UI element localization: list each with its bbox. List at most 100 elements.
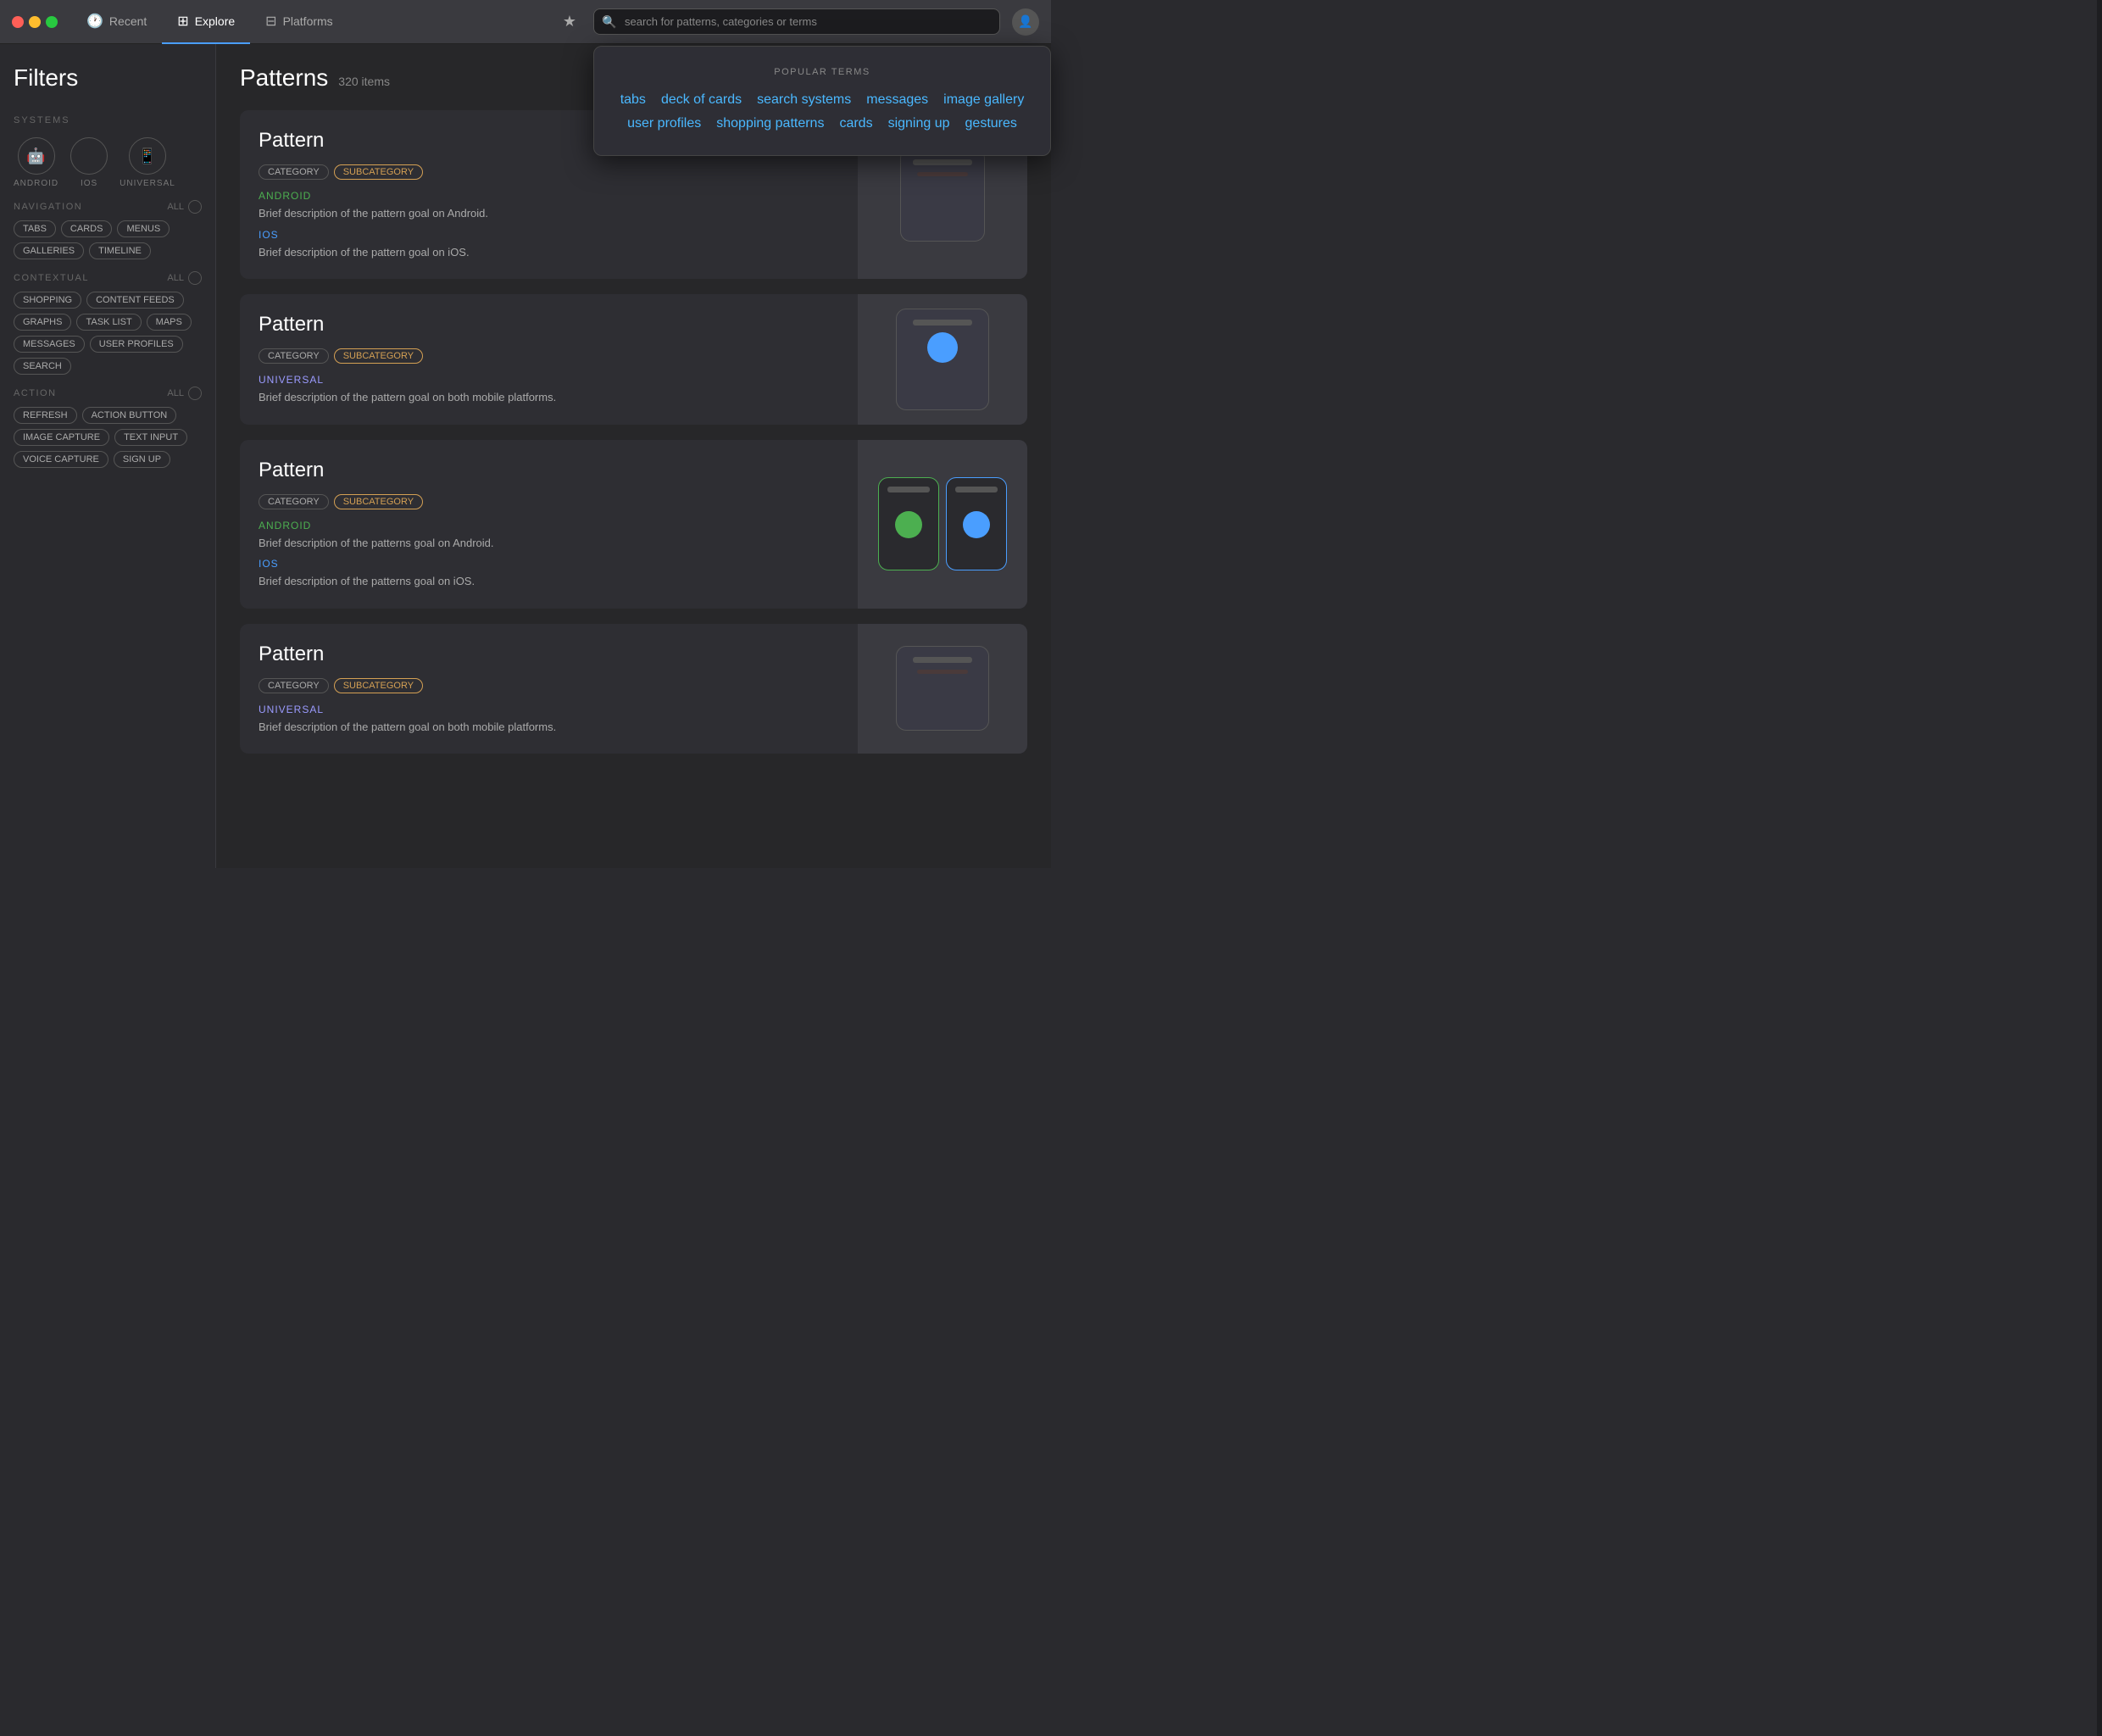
card-title-2: Pattern <box>259 313 839 337</box>
ios-label: iOS <box>81 179 97 188</box>
action-tags: REFRESH ACTION BUTTON IMAGE CAPTURE TEXT… <box>14 407 202 468</box>
universal-icon: 📱 <box>129 137 166 175</box>
tag-user-profiles[interactable]: USER PROFILES <box>90 336 183 353</box>
card-subcategory-3: SUBCATEGORY <box>334 494 423 509</box>
tag-refresh[interactable]: REFRESH <box>14 407 77 424</box>
card-platform-universal-4: UNIVERSAL <box>259 704 839 715</box>
card-android-desc-3: Brief description of the patterns goal o… <box>259 535 839 552</box>
action-all-circle <box>188 387 202 400</box>
card-left-2: Pattern CATEGORY SUBCATEGORY UNIVERSAL B… <box>240 294 858 425</box>
tag-maps[interactable]: MAPS <box>147 314 192 331</box>
popular-term-tabs[interactable]: tabs <box>620 92 646 108</box>
mock-phone-dot-3b <box>963 511 990 538</box>
grid-icon: ⊞ <box>177 13 188 30</box>
categories-section: NAVIGATION ALL TABS CARDS MENUS GALLERIE… <box>14 200 202 468</box>
tag-task-list[interactable]: TASK LIST <box>76 314 141 331</box>
navigation-tags: TABS CARDS MENUS GALLERIES TIMELINE <box>14 220 202 259</box>
popular-term-messages[interactable]: messages <box>866 92 928 108</box>
tag-content-feeds[interactable]: CONTENT FEEDS <box>86 292 184 309</box>
recent-tab[interactable]: 🕐 Recent <box>71 0 162 44</box>
card-ios-desc-3: Brief description of the patterns goal o… <box>259 573 839 590</box>
tag-tabs[interactable]: TABS <box>14 220 56 237</box>
mock-tablet-1 <box>900 148 985 242</box>
card-desc-4: Brief description of the pattern goal on… <box>259 719 839 736</box>
tag-text-input[interactable]: TEXT INPUT <box>114 429 187 446</box>
search-dropdown: POPULAR TERMS tabs deck of cards search sy… <box>593 46 1051 156</box>
maximize-button[interactable] <box>46 16 58 28</box>
mock-bar-4 <box>913 657 972 663</box>
close-button[interactable] <box>12 16 24 28</box>
platform-icons-group: 🤖 ANDROID iOS 📱 UNIVERSAL <box>14 137 202 188</box>
universal-platform[interactable]: 📱 UNIVERSAL <box>120 137 175 188</box>
popular-term-signing-up[interactable]: signing up <box>888 116 950 131</box>
contextual-all[interactable]: ALL <box>167 271 202 285</box>
contextual-row: CONTEXTUAL ALL <box>14 271 202 285</box>
tag-timeline[interactable]: TIMELINE <box>89 242 151 259</box>
tag-galleries[interactable]: GALLERIES <box>14 242 84 259</box>
tag-menus[interactable]: MENUS <box>117 220 170 237</box>
tag-graphs[interactable]: GRAPHS <box>14 314 71 331</box>
mock-phone-3b <box>946 477 1007 570</box>
scrollbar-track[interactable] <box>2097 0 2102 1736</box>
android-platform[interactable]: 🤖 ANDROID <box>14 137 58 188</box>
popular-terms-grid: tabs deck of cards search systems messages i… <box>620 92 1025 131</box>
sidebar-title: Filters <box>14 64 202 92</box>
mock-bar-1b <box>917 172 968 176</box>
pattern-card-3: Pattern CATEGORY SUBCATEGORY ANDROID Bri… <box>240 440 1027 609</box>
mock-bar-1a <box>913 159 972 165</box>
devices-icon: ⊟ <box>265 13 276 30</box>
popular-term-user-profiles[interactable]: user profiles <box>627 116 701 131</box>
card-title-3: Pattern <box>259 459 839 482</box>
tag-image-capture[interactable]: IMAGE CAPTURE <box>14 429 109 446</box>
pattern-card-2: Pattern CATEGORY SUBCATEGORY UNIVERSAL B… <box>240 294 1027 425</box>
card-left-3: Pattern CATEGORY SUBCATEGORY ANDROID Bri… <box>240 440 858 609</box>
sidebar: Filters SYSTEMS 🤖 ANDROID iOS 📱 UNIVERSA… <box>0 44 216 868</box>
items-count: 320 items <box>338 75 390 88</box>
card-preview-4 <box>858 624 1027 754</box>
favorites-button[interactable]: ★ <box>554 9 585 34</box>
platforms-tab[interactable]: ⊟ Platforms <box>250 0 348 44</box>
mock-tablet-4 <box>896 646 989 731</box>
ios-platform[interactable]: iOS <box>70 137 108 188</box>
navigation-all[interactable]: ALL <box>167 200 202 214</box>
mock-tablet-2 <box>896 309 989 410</box>
card-platform-android-3: ANDROID <box>259 520 839 531</box>
tag-cards[interactable]: CARDS <box>61 220 113 237</box>
explore-tab[interactable]: ⊞ Explore <box>162 0 250 44</box>
main-layout: Filters SYSTEMS 🤖 ANDROID iOS 📱 UNIVERSA… <box>0 44 1051 868</box>
tag-search[interactable]: SEARCH <box>14 358 71 375</box>
card-platform-universal-2: UNIVERSAL <box>259 374 839 386</box>
android-icon: 🤖 <box>18 137 55 175</box>
popular-term-search-systems[interactable]: search systems <box>757 92 851 108</box>
card-ios-desc-1: Brief description of the pattern goal on… <box>259 244 839 261</box>
tag-shopping[interactable]: SHOPPING <box>14 292 81 309</box>
universal-label: UNIVERSAL <box>120 179 175 188</box>
popular-term-cards[interactable]: cards <box>839 116 872 131</box>
card-category-2: CATEGORY <box>259 348 329 364</box>
action-all[interactable]: ALL <box>167 387 202 400</box>
mock-phone-bar-3b <box>955 487 998 492</box>
search-input[interactable] <box>593 8 1000 35</box>
action-label: ACTION <box>14 388 57 398</box>
card-platform-ios-3: iOS <box>259 558 839 570</box>
tag-messages[interactable]: MESSAGES <box>14 336 85 353</box>
card-platform-android-1: ANDROID <box>259 190 839 202</box>
avatar[interactable]: 👤 <box>1012 8 1039 36</box>
card-subcategory-1: SUBCATEGORY <box>334 164 423 180</box>
card-tags-4: CATEGORY SUBCATEGORY <box>259 678 839 693</box>
minimize-button[interactable] <box>29 16 41 28</box>
popular-terms-title: POPULAR TERMS <box>620 67 1025 77</box>
search-icon: 🔍 <box>602 14 616 29</box>
popular-term-image-gallery[interactable]: image gallery <box>943 92 1024 108</box>
popular-term-deck-of-cards[interactable]: deck of cards <box>661 92 742 108</box>
card-subcategory-2: SUBCATEGORY <box>334 348 423 364</box>
card-title-4: Pattern <box>259 643 839 666</box>
popular-term-gestures[interactable]: gestures <box>965 116 1017 131</box>
tag-action-button[interactable]: ACTION BUTTON <box>82 407 177 424</box>
search-container: 🔍 POPULAR TERMS tabsdeck of cardssearch … <box>593 8 1000 35</box>
popular-term-shopping-patterns[interactable]: shopping patterns <box>716 116 824 131</box>
content-area: Patterns 320 items Pattern CATEGORY SUBC… <box>216 44 1051 868</box>
tag-voice-capture[interactable]: VOICE CAPTURE <box>14 451 108 468</box>
tag-sign-up[interactable]: SIGN UP <box>114 451 170 468</box>
explore-tab-label: Explore <box>195 14 235 28</box>
